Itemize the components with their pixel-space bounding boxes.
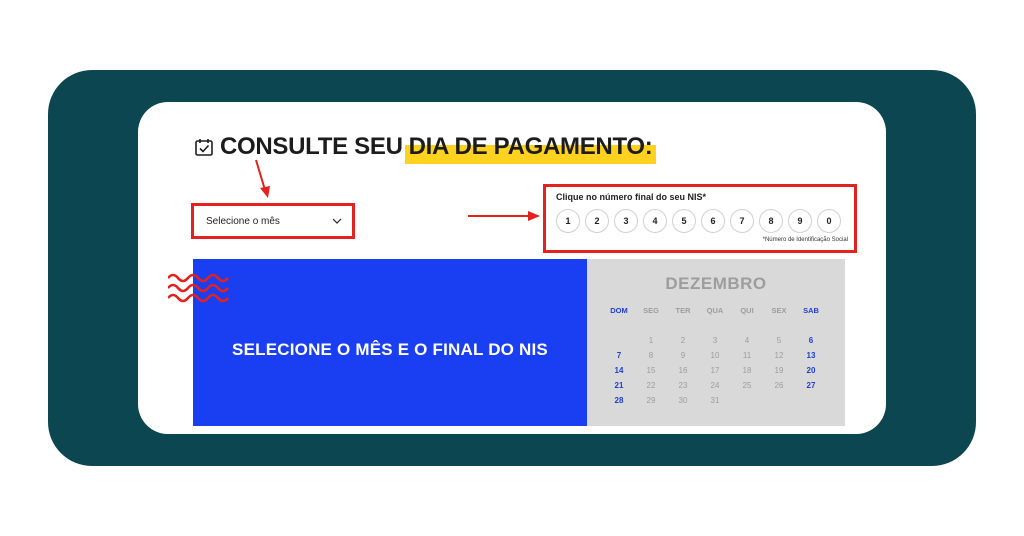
weekday-header: SAB (803, 306, 819, 315)
nis-digit-button[interactable]: 3 (614, 209, 638, 233)
calendar-day[interactable]: 18 (731, 363, 763, 378)
calendar-day[interactable]: 9 (667, 348, 699, 363)
nis-digit-button[interactable]: 2 (585, 209, 609, 233)
calendar-day[interactable]: 14 (603, 363, 635, 378)
calendar-day[interactable]: 25 (731, 378, 763, 393)
calendar-day[interactable]: 17 (699, 363, 731, 378)
calendar-day[interactable]: 21 (603, 378, 635, 393)
title-part-2-highlighted: DIA DE PAGAMENTO: (404, 133, 657, 164)
calendar-day[interactable]: 11 (731, 348, 763, 363)
weekday-header: SEG (643, 306, 659, 315)
calendar-month: DEZEMBRO (665, 274, 767, 293)
weekday-header: DOM (610, 306, 628, 315)
calendar-day[interactable]: 16 (667, 363, 699, 378)
calendar-day[interactable]: 2 (667, 333, 699, 348)
calendar-day[interactable]: 30 (667, 393, 699, 408)
nis-digit-button[interactable]: 7 (730, 209, 754, 233)
nis-digit-button[interactable]: 5 (672, 209, 696, 233)
calendar-day[interactable]: 24 (699, 378, 731, 393)
calendar-day[interactable]: 7 (603, 348, 635, 363)
wave-decoration-icon (168, 273, 229, 303)
calendar-panel: DEZEMBRO DOM SEG TER QUA QUI SEX SAB 1 2… (587, 259, 845, 426)
nis-digit-button[interactable]: 1 (556, 209, 580, 233)
calendar-day (795, 393, 827, 408)
arrow-to-nis (468, 211, 540, 221)
nis-label: Clique no número final do seu NIS* (556, 192, 707, 202)
weekday-header: SEX (771, 306, 787, 315)
chevron-down-icon (332, 218, 342, 224)
calendar-day[interactable]: 4 (731, 333, 763, 348)
calendar-day (763, 393, 795, 408)
calendar-day[interactable]: 8 (635, 348, 667, 363)
content-card: CONSULTE SEU DIA DE PAGAMENTO: Selecione… (138, 102, 886, 434)
calendar-day[interactable]: 15 (635, 363, 667, 378)
calendar-grid: DOM SEG TER QUA QUI SEX SAB 1 2 3 4 5 6 … (603, 303, 827, 408)
instruction-banner-text: SELECIONE O MÊS E O FINAL DO NIS (232, 339, 548, 359)
arrow-to-title (255, 159, 270, 198)
month-select[interactable]: Selecione o mês (198, 210, 348, 232)
calendar-day (731, 393, 763, 408)
weekday-header: QUI (740, 306, 754, 315)
calendar-day[interactable]: 10 (699, 348, 731, 363)
calendar-day[interactable]: 27 (795, 378, 827, 393)
calendar-day[interactable]: 1 (635, 333, 667, 348)
nis-digit-button[interactable]: 4 (643, 209, 667, 233)
calendar-day[interactable]: 12 (763, 348, 795, 363)
nis-digit-button[interactable]: 8 (759, 209, 783, 233)
calendar-day[interactable]: 5 (763, 333, 795, 348)
nis-digit-button[interactable]: 6 (701, 209, 725, 233)
calendar-day[interactable]: 20 (795, 363, 827, 378)
weekday-header: TER (675, 306, 691, 315)
instruction-banner: SELECIONE O MÊS E O FINAL DO NIS (193, 259, 587, 426)
calendar-day[interactable]: 6 (795, 333, 827, 348)
calendar-day[interactable] (603, 333, 635, 348)
calendar-day[interactable]: 23 (667, 378, 699, 393)
month-select-label: Selecione o mês (206, 215, 280, 227)
nis-footnote: *Número de Identificação Social (762, 237, 848, 243)
nis-annotation-box: Clique no número final do seu NIS* 1 2 3… (543, 184, 857, 253)
calendar-check-icon (195, 139, 213, 156)
nis-digit-button[interactable]: 0 (817, 209, 841, 233)
calendar-day[interactable]: 13 (795, 348, 827, 363)
calendar-day[interactable]: 28 (603, 393, 635, 408)
calendar-day[interactable]: 3 (699, 333, 731, 348)
page-title: CONSULTE SEU DIA DE PAGAMENTO: (194, 132, 657, 164)
calendar-day[interactable]: 19 (763, 363, 795, 378)
calendar-day[interactable]: 26 (763, 378, 795, 393)
calendar-day[interactable]: 22 (635, 378, 667, 393)
weekday-header: QUA (706, 306, 724, 315)
month-select-annotation-box: Selecione o mês (191, 203, 355, 239)
nis-digit-button[interactable]: 9 (788, 209, 812, 233)
title-part-1: CONSULTE SEU (220, 133, 403, 160)
nis-digit-buttons: 1 2 3 4 5 6 7 8 9 0 (556, 209, 841, 233)
calendar-day[interactable]: 31 (699, 393, 731, 408)
calendar-day[interactable]: 29 (635, 393, 667, 408)
